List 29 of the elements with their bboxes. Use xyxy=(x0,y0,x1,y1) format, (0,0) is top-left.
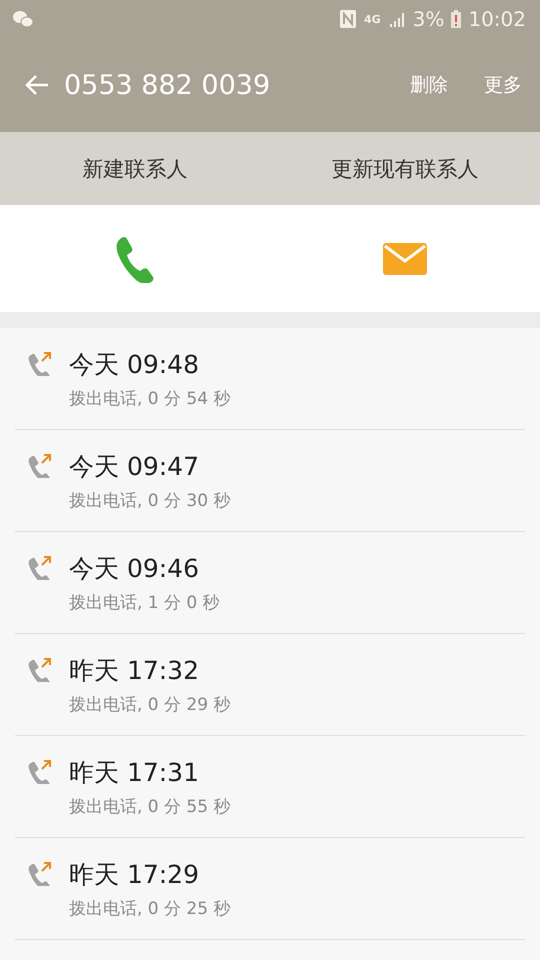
network-label: 4G xyxy=(364,12,381,26)
call-time: 昨天 17:31 xyxy=(69,757,200,789)
call-time: 昨天 17:32 xyxy=(69,655,200,687)
back-arrow-icon[interactable] xyxy=(24,74,50,96)
battery-icon xyxy=(451,10,462,28)
phone-icon[interactable] xyxy=(114,234,156,282)
nfc-icon xyxy=(338,9,357,29)
outgoing-call-icon xyxy=(27,656,53,682)
call-time: 昨天 17:29 xyxy=(69,859,200,891)
call-time: 今天 09:48 xyxy=(69,349,200,381)
chat-icon xyxy=(12,10,34,28)
call-time: 今天 09:46 xyxy=(69,553,200,585)
outgoing-call-icon xyxy=(27,554,53,580)
call-detail: 拨出电话, 0 分 30 秒 xyxy=(69,490,230,512)
mail-icon[interactable] xyxy=(383,242,427,274)
call-detail: 拨出电话, 1 分 0 秒 xyxy=(69,592,220,614)
battery-level: 3% xyxy=(412,7,444,31)
call-detail: 拨出电话, 0 分 25 秒 xyxy=(69,898,230,920)
phone-number: 0553 882 0039 xyxy=(64,70,270,100)
call-time: 今天 09:47 xyxy=(69,451,200,483)
outgoing-call-icon xyxy=(27,452,53,478)
outgoing-call-icon xyxy=(27,860,53,886)
clock: 10:02 xyxy=(468,7,526,31)
call-detail: 拨出电话, 0 分 54 秒 xyxy=(69,388,230,410)
outgoing-call-icon xyxy=(27,350,53,376)
call-detail: 拨出电话, 0 分 55 秒 xyxy=(69,796,230,818)
outgoing-call-icon xyxy=(27,758,53,784)
call-detail: 拨出电话, 0 分 29 秒 xyxy=(69,694,230,716)
signal-icon xyxy=(388,10,406,28)
